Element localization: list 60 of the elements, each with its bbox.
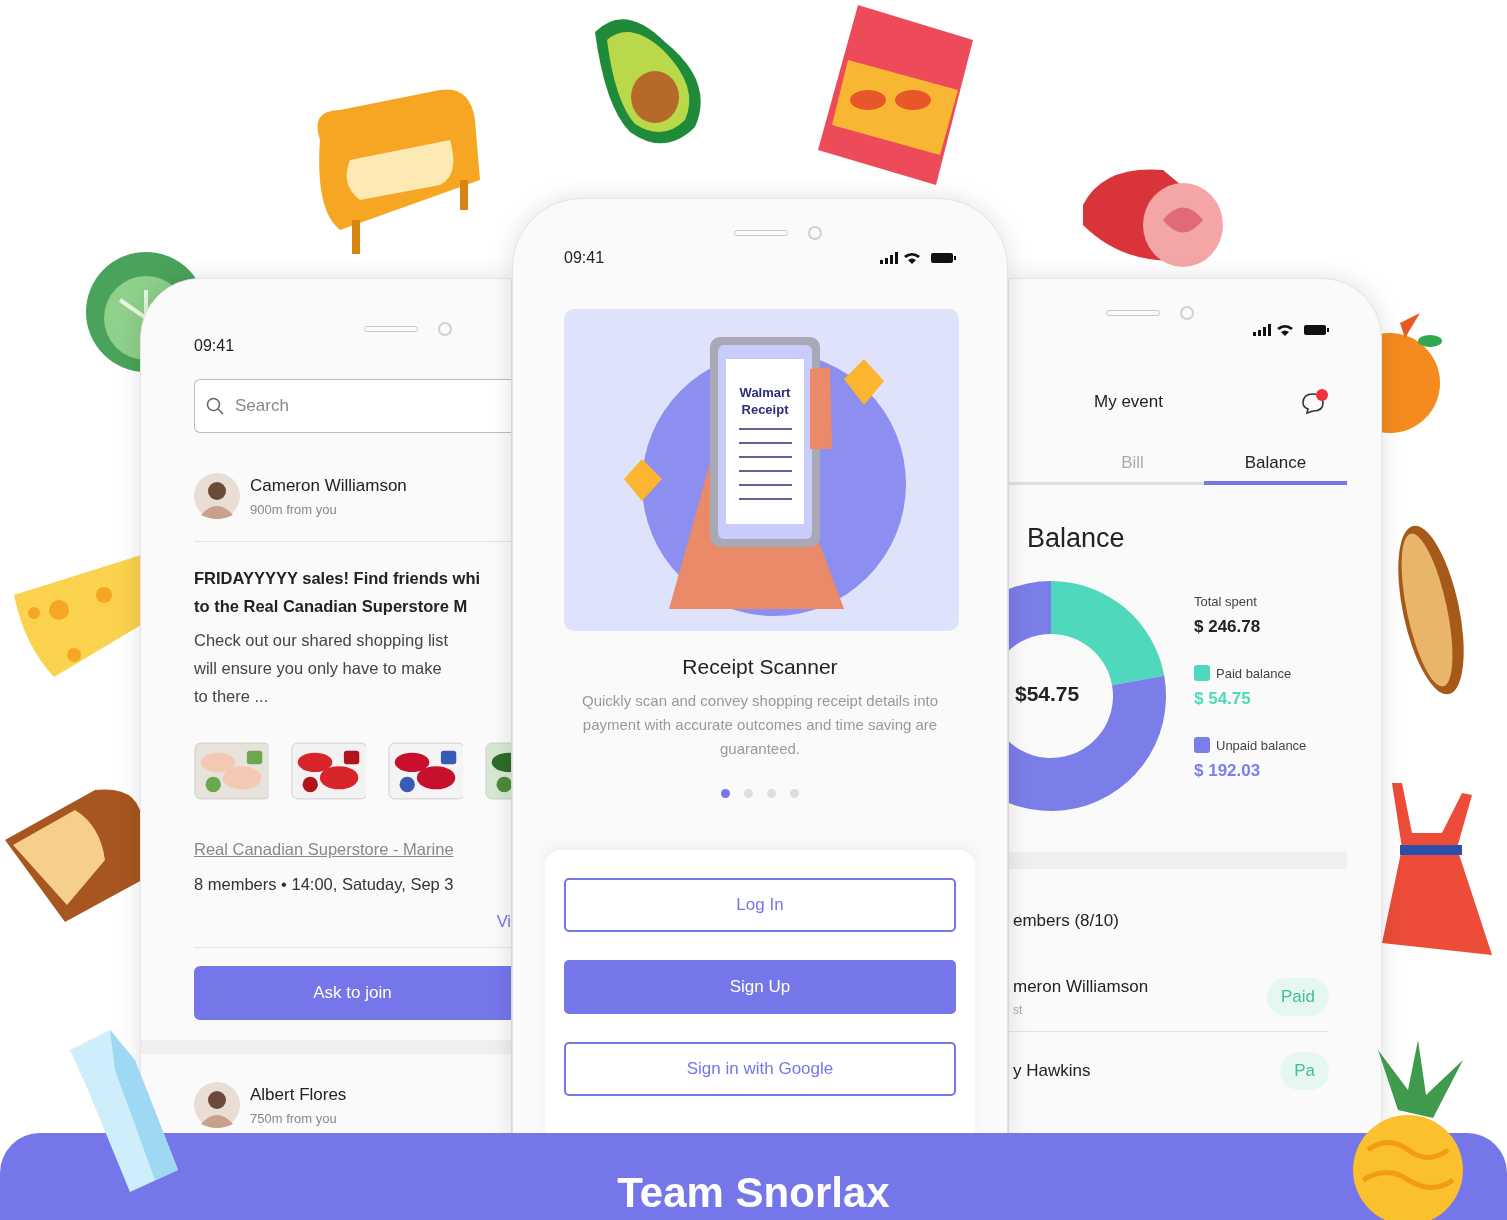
camera-icon — [808, 226, 822, 240]
camera-icon — [1180, 306, 1194, 320]
camera-icon — [438, 322, 452, 336]
banner-title: Team Snorlax — [617, 1168, 890, 1218]
legend-amount: $ 54.75 — [1194, 689, 1252, 709]
chat-icon[interactable] — [1301, 389, 1329, 415]
member-note: st — [1013, 1003, 1024, 1017]
screen-title: My event — [1094, 392, 1163, 412]
status-time: 09:41 — [194, 337, 235, 355]
auth-button[interactable]: Log In — [564, 878, 956, 932]
auth-button[interactable]: Sign Up — [564, 960, 956, 1014]
pager-dot[interactable] — [744, 789, 753, 798]
author-name: Albert Flores — [250, 1084, 347, 1105]
status-badge: Pa — [1280, 1052, 1329, 1090]
tab[interactable]: Bill — [1061, 445, 1204, 485]
wifi-icon — [1277, 325, 1293, 336]
snack-bag-icon — [818, 5, 974, 185]
distance-text: 900m from you — [250, 501, 338, 517]
pager-dot[interactable] — [790, 789, 799, 798]
feature-description: Quickly scan and convey shopping receipt details into payment with accurate outcomes and time saving are guaranteed. — [580, 691, 939, 759]
avatar — [194, 473, 240, 519]
pager-dot[interactable] — [721, 789, 730, 798]
join-button[interactable]: Ask to join — [194, 966, 511, 1020]
event-meta: 8 members • 14:00, Satuday, Sep 3 — [194, 875, 455, 894]
members-heading: embers (8/10) — [1013, 911, 1120, 931]
dress-icon — [1382, 783, 1494, 957]
speaker-icon — [364, 326, 418, 332]
section-heading: Balance — [1027, 523, 1126, 554]
legend-label: Paid balance — [1216, 665, 1292, 681]
speaker-icon — [734, 230, 788, 236]
cheese-icon — [14, 555, 141, 677]
battery-icon — [1304, 325, 1329, 335]
status-badge: Paid — [1266, 978, 1329, 1016]
view-link[interactable]: Vi — [496, 912, 511, 931]
member-name: y Hawkins — [1013, 1061, 1091, 1081]
legend-amount: $ 192.03 — [1194, 761, 1262, 781]
receipt-label: Walmart Receipt — [739, 385, 791, 417]
search-icon — [206, 397, 224, 415]
signal-icon — [1253, 324, 1271, 336]
total-amount: $ 246.78 — [1194, 617, 1262, 637]
author-name: Cameron Williamson — [250, 475, 407, 496]
auth-button[interactable]: Sign in with Google — [564, 1042, 956, 1096]
total-label: Total spent — [1194, 594, 1258, 609]
legend-label: Unpaid balance — [1216, 737, 1307, 753]
battery-icon — [931, 253, 956, 263]
center-value: $54.75 — [1015, 682, 1080, 706]
signal-icon — [880, 252, 898, 264]
distance-text: 750m from you — [250, 1110, 338, 1126]
pager-dot[interactable] — [767, 789, 776, 798]
avatar — [194, 1082, 240, 1128]
tab[interactable]: Balance — [1204, 445, 1347, 485]
search-field[interactable]: Search — [194, 379, 511, 433]
store-link[interactable]: Real Canadian Superstore - Marine — [194, 840, 454, 859]
wifi-icon — [904, 253, 920, 264]
status-time: 09:41 — [564, 249, 605, 267]
post-headline: FRIDAYYYYY sales! Find friends whi to the Real Canadian Superstore M — [194, 568, 482, 617]
member-name: meron Williamson — [1013, 977, 1149, 997]
post-body: Check out our shared shopping list will ensure you only have to make to there ... — [194, 630, 450, 707]
feature-title: Receipt Scanner — [681, 655, 839, 679]
speaker-icon — [1106, 310, 1160, 316]
